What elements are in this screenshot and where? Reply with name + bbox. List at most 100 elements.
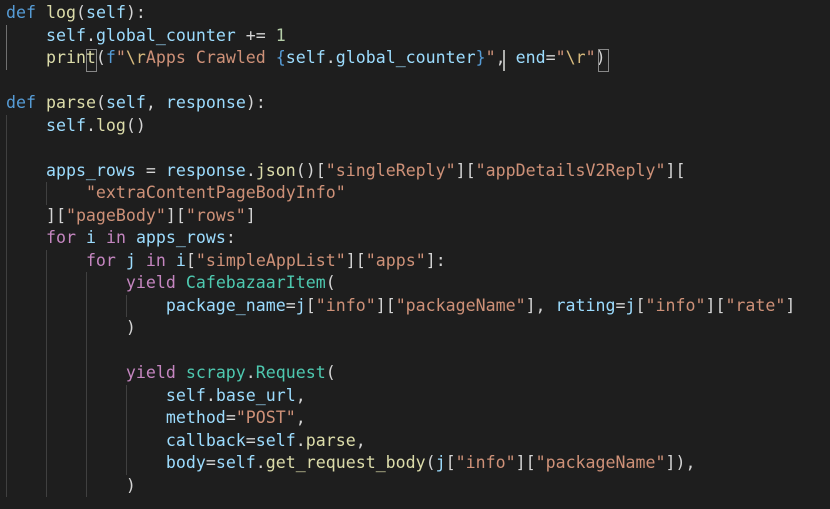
code-token: Request (255, 363, 326, 382)
code-token: [ (305, 295, 316, 315)
code-token: , (295, 385, 306, 405)
code-token: ][ (165, 205, 186, 225)
code-token: . (255, 453, 266, 472)
code-token: ] (785, 295, 796, 315)
code-line[interactable]: self.base_url, (6, 385, 306, 408)
code-token: "simpleAppList" (195, 250, 346, 270)
code-token: () (125, 115, 146, 135)
code-token: apps_rows (135, 228, 226, 247)
code-token: for (45, 228, 76, 247)
code-token: "POST" (235, 408, 296, 427)
code-line[interactable]: self.global_counter += 1 (6, 25, 286, 48)
code-token: yield (125, 273, 176, 292)
code-line[interactable]: for i in apps_rows: (6, 227, 236, 250)
code-token: ], (525, 295, 556, 315)
code-token: self (255, 430, 296, 450)
code-token: scrapy (185, 363, 246, 382)
code-token: self (105, 93, 146, 112)
code-token: ) (6, 318, 136, 337)
code-token: = (245, 430, 256, 450)
code-token: = (285, 295, 296, 315)
code-line[interactable]: yield scrapy.Request( (6, 362, 336, 385)
code-token: f (105, 48, 116, 67)
code-token: in (145, 250, 166, 270)
code-token: yield (125, 363, 176, 382)
code-token: log (45, 3, 76, 22)
code-token: j (625, 295, 636, 315)
code-token: self (45, 25, 86, 45)
code-line[interactable]: package_name=j["info"]["packageName"], r… (6, 295, 796, 318)
code-line[interactable]: method="POST", (6, 407, 306, 430)
code-token: self (215, 453, 256, 472)
code-token: ( (325, 363, 336, 382)
code-line[interactable]: def parse(self, response): (6, 92, 266, 115)
code-token: response (165, 160, 246, 180)
code-line[interactable]: for j in i["simpleAppList"]["apps"]: (6, 250, 446, 273)
code-token: i (175, 250, 186, 270)
code-token: , (495, 48, 516, 67)
code-line[interactable]: apps_rows = response.json()["singleReply… (6, 160, 685, 183)
code-token: apps_rows (45, 160, 136, 180)
code-line[interactable]: "extraContentPageBodyInfo" (6, 182, 346, 205)
code-token: = (135, 160, 166, 180)
code-token: . (85, 115, 96, 135)
code-token: ( (95, 48, 106, 67)
code-token: "pageBody" (65, 205, 166, 225)
code-token: ( (425, 453, 436, 472)
code-token: "info" (455, 453, 516, 472)
code-token: "info" (645, 295, 706, 315)
code-token: i (85, 228, 96, 247)
code-token: parse (305, 430, 356, 450)
bracket-match-close (598, 49, 609, 72)
code-editor[interactable]: def log(self): self.global_counter += 1 … (0, 0, 830, 509)
code-token: self (285, 48, 326, 67)
code-token: j (435, 453, 446, 472)
code-token: json (255, 160, 296, 180)
code-line[interactable]: ]["pageBody"]["rows"] (6, 205, 256, 228)
code-token: ): (125, 3, 146, 22)
code-token: ( (325, 273, 336, 292)
code-token: , (295, 408, 306, 427)
code-token: } (475, 48, 486, 67)
code-token: . (245, 363, 256, 382)
code-token: ( (95, 93, 106, 112)
code-token: end (515, 48, 546, 67)
code-token: ] (245, 205, 256, 225)
code-line[interactable]: def log(self): (6, 2, 146, 25)
code-token: = (205, 453, 216, 472)
code-token: " (555, 48, 566, 67)
code-token: method (165, 408, 226, 427)
code-token: ( (75, 3, 86, 22)
code-line[interactable]: body=self.get_request_body(j["info"]["pa… (6, 452, 696, 475)
code-token: "packageName" (395, 295, 526, 315)
code-token: "extraContentPageBodyInfo" (85, 183, 346, 202)
code-token: ][ (705, 295, 726, 315)
code-line[interactable]: ) (6, 475, 136, 498)
code-token: parse (45, 93, 96, 112)
code-line[interactable]: yield CafebazaarItem( (6, 272, 336, 295)
code-token: [ (445, 453, 456, 472)
code-token: response (165, 93, 246, 112)
code-token: log (95, 115, 126, 135)
code-line[interactable]: callback=self.parse, (6, 430, 366, 453)
code-token: self (165, 385, 206, 405)
code-token: ): (245, 93, 266, 112)
code-token: += (235, 25, 276, 45)
code-token: ][ (6, 205, 66, 225)
code-line[interactable]: self.log() (6, 115, 146, 138)
code-line[interactable]: ) (6, 317, 136, 340)
code-token: ()[ (295, 160, 326, 180)
